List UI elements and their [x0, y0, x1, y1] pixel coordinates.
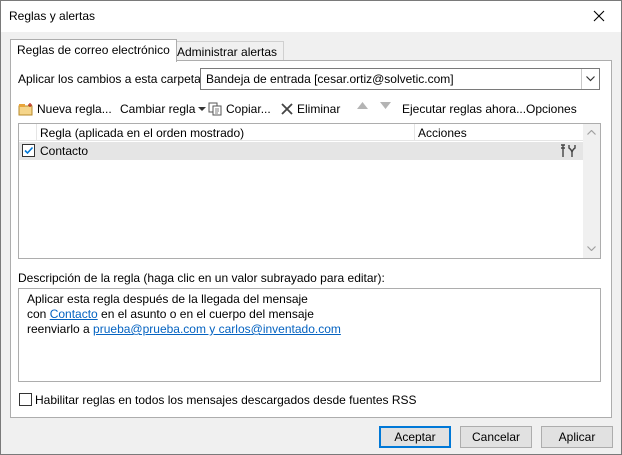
ok-button[interactable]: Aceptar	[379, 426, 451, 448]
delete-rule-button[interactable]: Eliminar	[280, 102, 340, 116]
cancel-button[interactable]: Cancelar	[460, 426, 532, 448]
title-bar: Reglas y alertas	[1, 1, 621, 32]
contact-keyword-link[interactable]: Contacto	[50, 307, 98, 321]
description-line-2: con Contacto en el asunto o en el cuerpo…	[27, 307, 600, 322]
description-line-2-suffix: en el asunto o en el cuerpo del mensaje	[97, 307, 314, 321]
checkmark-icon	[24, 146, 34, 155]
run-rules-label: Ejecutar reglas ahora...	[402, 102, 527, 116]
close-button[interactable]	[577, 1, 621, 31]
folder-select[interactable]: Bandeja de entrada [cesar.ortiz@solvetic…	[200, 68, 600, 90]
rss-rules-label: Habilitar reglas en todos los mensajes d…	[35, 393, 417, 407]
description-label: Descripción de la regla (haga clic en un…	[18, 271, 385, 285]
copy-rule-button[interactable]: Copiar...	[208, 102, 271, 116]
description-line-1: Aplicar esta regla después de la llegada…	[27, 292, 308, 306]
rule-description-box: Aplicar esta regla después de la llegada…	[18, 288, 601, 382]
scroll-up-icon	[587, 130, 596, 135]
chevron-down-icon	[586, 76, 595, 82]
copy-icon	[208, 102, 222, 116]
new-rule-icon	[18, 102, 33, 115]
description-line-3-prefix: reenviarlo a	[27, 322, 94, 336]
folder-select-value: Bandeja de entrada [cesar.ortiz@solvetic…	[206, 72, 454, 86]
new-rule-label: Nueva regla...	[37, 102, 112, 116]
rules-toolbar: Nueva regla... Cambiar regla Copiar... E…	[11, 98, 611, 120]
run-rules-button[interactable]: Ejecutar reglas ahora...	[402, 102, 526, 116]
folder-dropdown-button[interactable]	[581, 69, 599, 89]
new-rule-button[interactable]: Nueva regla...	[18, 102, 112, 116]
tab-manage-alerts[interactable]: Administrar alertas	[170, 41, 285, 61]
column-header-actions[interactable]: Acciones	[418, 126, 467, 140]
forward-recipients-link[interactable]: prueba@prueba.com y carlos@inventado.com	[93, 322, 341, 336]
rules-list[interactable]: Regla (aplicada en el orden mostrado) Ac…	[18, 123, 601, 259]
options-label: Opciones	[526, 102, 577, 116]
arrow-down-icon	[380, 102, 391, 109]
tab-email-rules[interactable]: Reglas de correo electrónico	[10, 39, 177, 62]
column-divider	[414, 124, 415, 141]
rules-dialog: Reglas y alertas Reglas de correo electr…	[0, 0, 622, 455]
apply-button[interactable]: Aplicar	[541, 426, 613, 448]
copy-label: Copiar...	[226, 102, 271, 116]
column-divider	[36, 124, 37, 141]
rules-panel: Aplicar los cambios a esta carpeta: Band…	[10, 60, 612, 418]
close-icon	[593, 10, 605, 22]
forward-action-icon	[561, 144, 576, 157]
rule-enabled-checkbox[interactable]	[22, 144, 35, 157]
move-down-button[interactable]	[380, 102, 391, 109]
rss-rules-checkbox[interactable]	[19, 393, 32, 406]
scroll-down-icon	[587, 246, 596, 251]
description-line-3: reenviarlo a prueba@prueba.com y carlos@…	[27, 322, 600, 337]
delete-x-icon	[281, 103, 293, 115]
rule-name: Contacto	[40, 144, 89, 158]
table-row[interactable]: Contacto	[19, 142, 584, 160]
column-header-rule[interactable]: Regla (aplicada en el orden mostrado)	[40, 126, 244, 140]
change-rule-label: Cambiar regla	[120, 102, 196, 116]
change-rule-button[interactable]: Cambiar regla	[120, 102, 207, 116]
delete-label: Eliminar	[297, 102, 341, 116]
caret-down-icon	[198, 106, 207, 111]
arrow-up-icon	[357, 102, 368, 109]
description-line-2-prefix: con	[27, 307, 50, 321]
move-up-button[interactable]	[357, 102, 368, 109]
rules-list-header: Regla (aplicada en el orden mostrado) Ac…	[19, 124, 584, 141]
window-title: Reglas y alertas	[9, 9, 96, 23]
folder-label: Aplicar los cambios a esta carpeta:	[18, 72, 205, 86]
rules-list-scrollbar[interactable]	[583, 124, 600, 258]
options-button[interactable]: Opciones	[526, 102, 577, 116]
